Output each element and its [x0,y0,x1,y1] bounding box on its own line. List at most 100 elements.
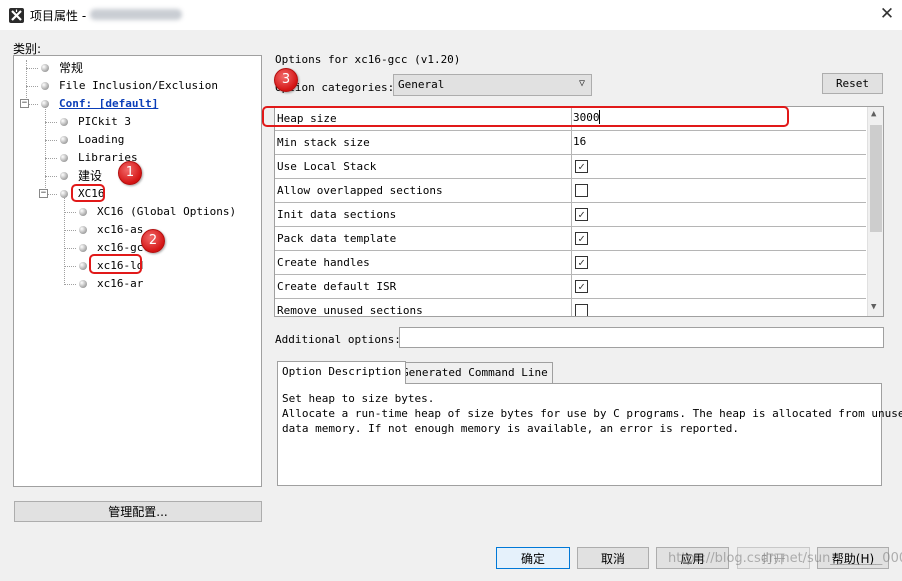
tree-item[interactable]: 常规 [41,60,84,76]
tree-item-label: 常规 [59,61,84,75]
callout-badge-2: 2 [141,229,165,253]
option-value[interactable]: 16 [573,135,586,148]
reset-button[interactable]: Reset [822,73,883,94]
check-icon[interactable]: ✓ [575,280,588,293]
options-scrollbar[interactable]: ▲ ▼ [867,107,883,316]
column-divider [571,203,572,227]
check-icon[interactable]: ✓ [575,256,588,269]
tree-connector [64,284,76,285]
collapse-icon[interactable]: − [39,189,48,198]
tree-connector [45,176,57,177]
option-row[interactable]: Min stack size 16 [275,131,866,155]
tab-generated-command-line[interactable]: Generated Command Line [397,362,553,384]
description-line: Set heap to size bytes. [282,392,435,405]
callout-highlight-xc16-ld [89,254,142,274]
tree-item-label: PICkit 3 [78,115,131,128]
tree-connector [64,194,65,285]
option-name: Allow overlapped sections [277,184,443,197]
column-divider [571,179,572,203]
blurred-project-name [90,9,182,20]
option-name: Create default ISR [277,280,397,293]
option-row[interactable]: Remove unused sections [275,299,866,317]
tree-item[interactable]: Loading [60,132,125,148]
column-divider [571,251,572,275]
option-row[interactable]: Create default ISR ✓ [275,275,866,299]
tree-item-label: 建设 [78,169,103,183]
tree-item[interactable]: xc16-ar [79,276,144,292]
window-title: 项目属性 - [30,9,87,23]
tree-item[interactable]: Conf: [default] [41,96,159,112]
additional-options-input[interactable] [399,327,884,348]
tree-connector [64,266,76,267]
tab-option-description[interactable]: Option Description [277,361,407,384]
empty-checkbox[interactable] [575,184,588,197]
option-description-panel: Set heap to size bytes. Allocate a run-t… [277,383,902,486]
tree-node-icon [79,226,87,234]
option-row[interactable]: Allow overlapped sections [275,179,866,203]
tree-node-icon [79,208,87,216]
options-title: Options for xc16-gcc (v1.20) [275,53,461,66]
empty-checkbox[interactable] [575,304,588,316]
tree-connector [45,104,46,190]
manage-configurations-button[interactable]: 管理配置... [14,501,262,522]
tree-item-label: xc16-as [97,223,144,236]
tree-node-icon [60,136,68,144]
callout-badge-1: 1 [118,161,142,185]
tree-node-icon [60,118,68,126]
watermark: https://blog.csdn.net/sun________000 [668,551,902,566]
check-icon[interactable]: ✓ [575,232,588,245]
scroll-down-icon[interactable]: ▼ [871,302,876,312]
close-icon[interactable]: ✕ [876,4,898,26]
tree-connector [64,212,76,213]
column-divider [571,299,572,316]
tree-node-icon [79,280,87,288]
tree-node-icon [79,244,87,252]
column-divider [571,131,572,155]
tree-item[interactable]: XC16 (Global Options) [79,204,236,220]
collapse-icon[interactable]: − [20,99,29,108]
option-name: Create handles [277,256,370,269]
option-row[interactable]: Pack data template ✓ [275,227,866,251]
ok-button[interactable]: 确定 [496,547,570,569]
description-line: Allocate a run-time heap of size bytes f… [282,407,902,420]
check-icon[interactable]: ✓ [575,160,588,173]
check-icon[interactable]: ✓ [575,208,588,221]
options-grid: Remove unused sections Create default ISR… [274,106,884,317]
mplab-x-icon [9,8,24,23]
tree-item-label: File Inclusion/Exclusion [59,79,218,92]
tree-connector [26,68,38,69]
option-name: Remove unused sections [277,304,423,317]
callout-badge-3: 3 [274,68,298,92]
option-row[interactable]: Create handles ✓ [275,251,866,275]
callout-highlight-heap-size [262,106,789,127]
cancel-button[interactable]: 取消 [577,547,649,569]
additional-options-label: Additional options: [275,333,401,346]
tree-item-label: Loading [78,133,125,146]
tree-node-icon [60,190,68,198]
option-row[interactable]: Use Local Stack ✓ [275,155,866,179]
option-categories-select[interactable]: General ▽ [393,74,592,96]
scroll-up-icon[interactable]: ▲ [871,109,876,119]
tree-node-icon [60,154,68,162]
tree-item[interactable]: xc16-as [79,222,144,238]
scroll-thumb[interactable] [870,125,882,232]
tree-connector [45,140,57,141]
tree-connector [26,86,38,87]
tree-connector [64,230,76,231]
tree-item[interactable]: 建设 [60,168,103,184]
tree-item-label: xc16-ar [97,277,144,290]
column-divider [571,155,572,179]
tree-item[interactable]: File Inclusion/Exclusion [41,78,218,94]
title-bar: 项目属性 - ✕ [0,0,902,30]
tree-connector [45,158,57,159]
option-row[interactable]: Init data sections ✓ [275,203,866,227]
option-name: Pack data template [277,232,397,245]
tree-item[interactable]: PICkit 3 [60,114,131,130]
tree-node-icon [60,172,68,180]
option-name: Init data sections [277,208,397,221]
tree-item-label: Conf: [default] [59,97,159,110]
callout-highlight-xc16 [71,184,105,202]
tree-connector [45,122,57,123]
tree-node-icon [41,100,49,108]
tree-node-icon [41,82,49,90]
